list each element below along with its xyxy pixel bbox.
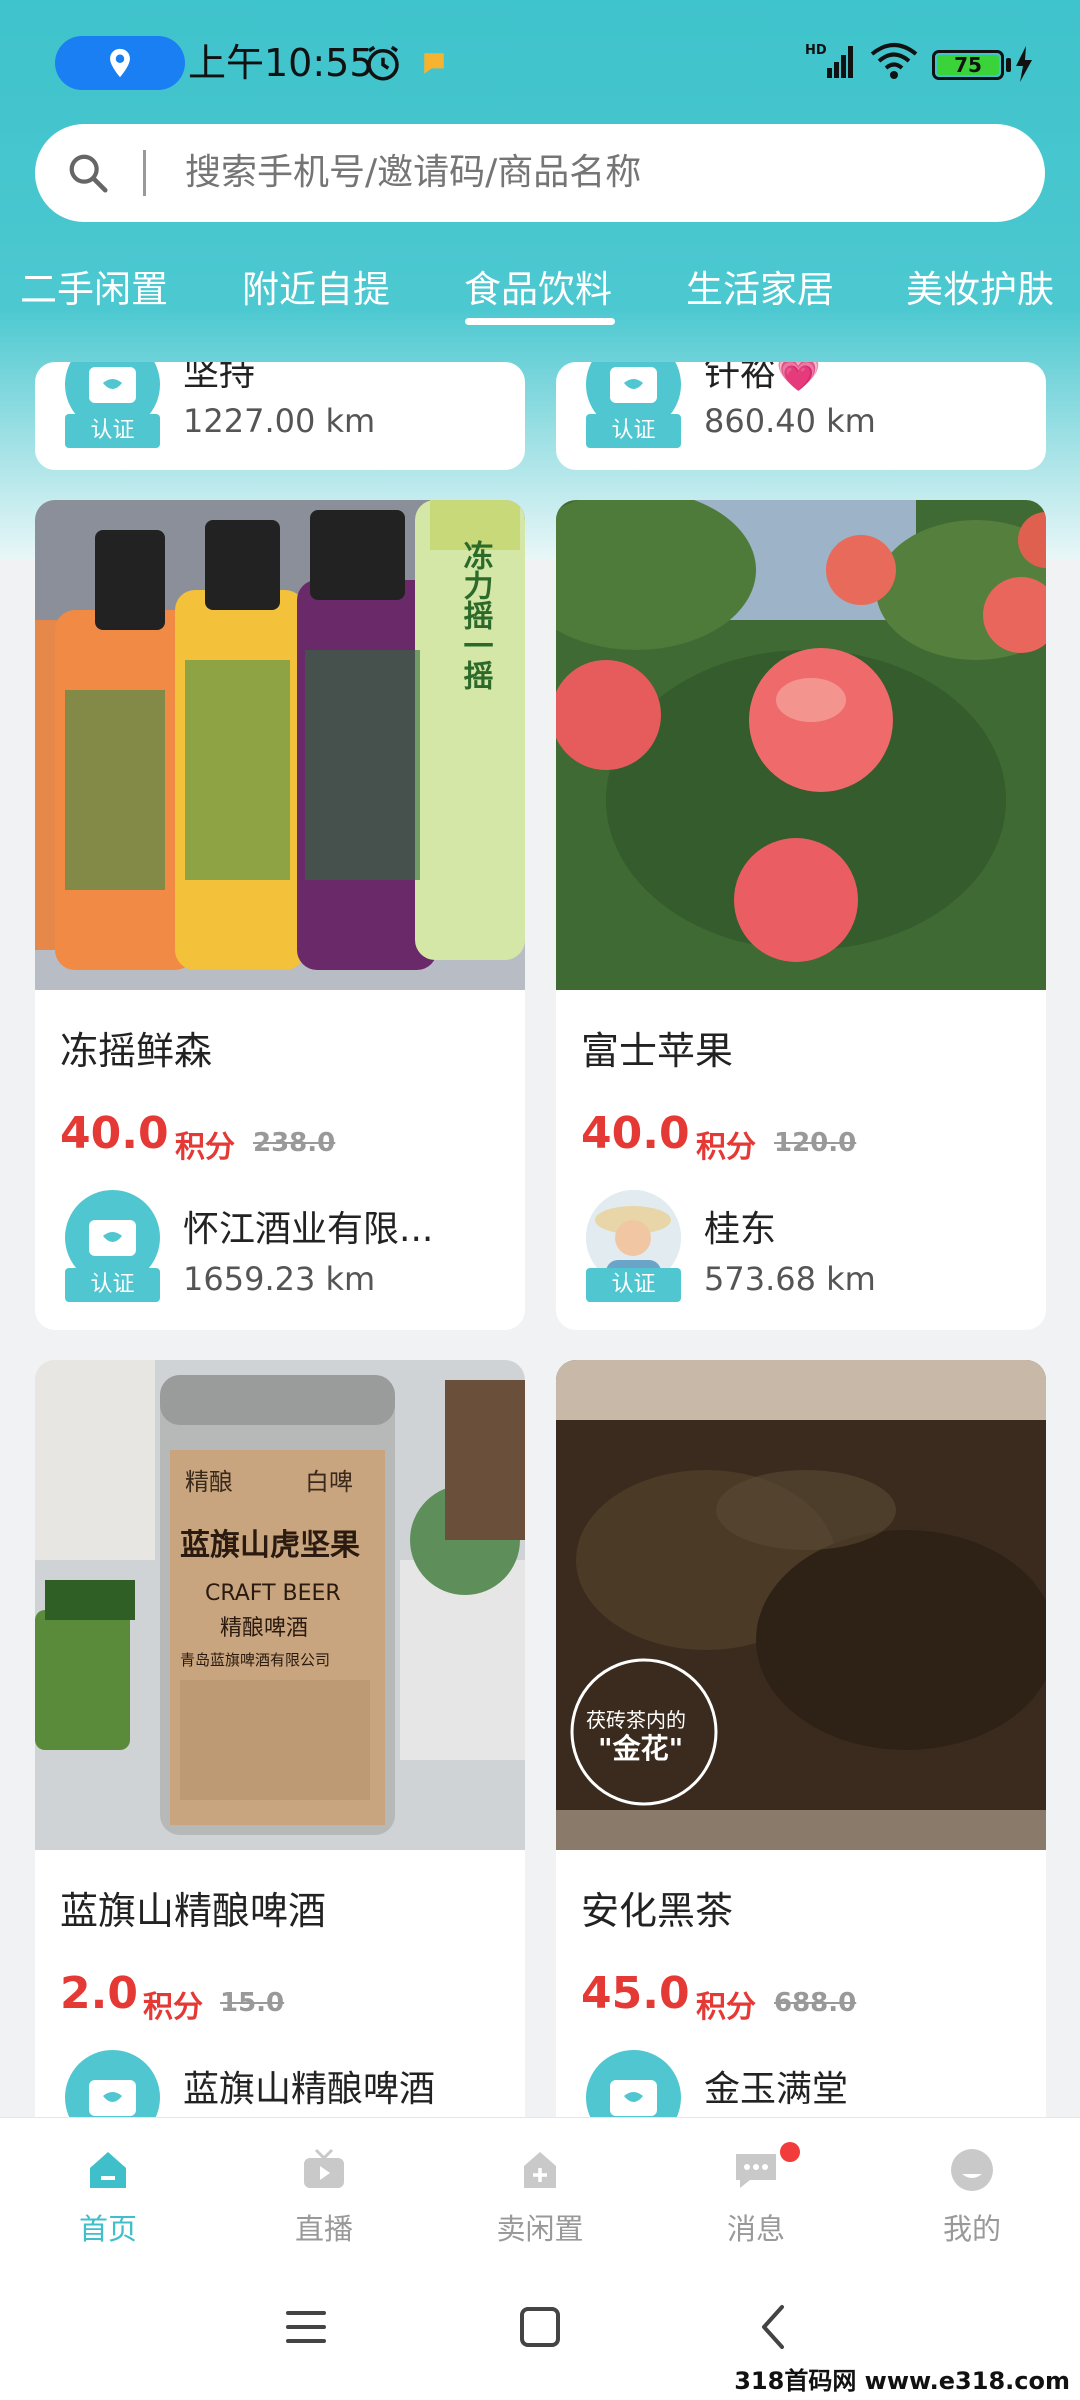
product-title: 安化黑茶 xyxy=(581,1889,734,1933)
nav-sell[interactable]: 卖闲置 xyxy=(432,2118,648,2258)
product-card[interactable]: 精酿 白啤 蓝旗山虎坚果 CRAFT BEER 精酿啤酒 青岛蓝旗啤酒有限公司 … xyxy=(35,1360,525,2190)
alarm-icon xyxy=(367,45,399,81)
shop-name: 钎裕💗 xyxy=(704,362,821,394)
price-unit: 积分 xyxy=(175,1130,235,1165)
home-icon xyxy=(90,2152,126,2188)
tab-home-living[interactable]: 生活家居 xyxy=(686,258,834,322)
product-image-beer[interactable]: 精酿 白啤 蓝旗山虎坚果 CRAFT BEER 精酿啤酒 青岛蓝旗啤酒有限公司 xyxy=(35,1360,525,1850)
svg-text:冻力摇一摇: 冻力摇一摇 xyxy=(458,539,494,690)
battery-level: 75 xyxy=(954,53,982,77)
price-unit: 积分 xyxy=(696,1130,756,1165)
tab-food-drinks[interactable]: 食品饮料 xyxy=(464,258,612,322)
system-navigation-bar: 318首码网 www.e318.com xyxy=(0,2257,1080,2400)
distance: 1227.00 km xyxy=(183,402,376,440)
active-tab-indicator xyxy=(465,318,615,325)
tab-nearby-pickup[interactable]: 附近自提 xyxy=(242,258,390,322)
category-tabs: 二手闲置 附近自提 食品饮料 生活家居 美妆护肤 xyxy=(0,258,1080,338)
original-price: 238.0 xyxy=(253,1128,336,1158)
svg-text:HD: HD xyxy=(805,43,827,58)
search-bar[interactable] xyxy=(35,124,1045,222)
shop-name[interactable]: 桂东 xyxy=(704,1200,1024,1252)
menu-icon[interactable] xyxy=(276,2297,336,2357)
nav-label: 首页 xyxy=(78,2212,137,2246)
bottom-navigation: 首页 直播 卖闲置 消息 我的 xyxy=(0,2117,1080,2257)
svg-text:"金花": "金花" xyxy=(598,1732,683,1765)
search-input[interactable] xyxy=(185,124,985,222)
profile-icon xyxy=(951,2149,993,2191)
shop-name[interactable]: 怀江酒业有限... xyxy=(183,1200,503,1252)
product-title: 蓝旗山精酿啤酒 xyxy=(60,1889,327,1933)
svg-text:白啤: 白啤 xyxy=(305,1468,353,1496)
svg-text:CRAFT BEER: CRAFT BEER xyxy=(205,1581,341,1606)
product-price: 45.0 xyxy=(581,1968,690,2019)
wifi-icon xyxy=(870,43,918,79)
status-bar: 上午10:55 HD 75 xyxy=(0,0,1080,125)
nav-label: 卖闲置 xyxy=(496,2212,584,2246)
product-price: 40.0 xyxy=(581,1108,690,1159)
nav-profile[interactable]: 我的 xyxy=(864,2118,1080,2258)
product-title: 冻摇鲜森 xyxy=(60,1029,213,1073)
nav-label: 消息 xyxy=(726,2212,785,2246)
original-price: 15.0 xyxy=(220,1988,285,2018)
battery-tip xyxy=(1006,58,1011,72)
search-icon xyxy=(69,154,108,193)
shop-name[interactable]: 蓝旗山精酿啤酒 xyxy=(183,2060,503,2112)
certified-badge: 认证 xyxy=(586,414,681,448)
battery-indicator: 75 xyxy=(932,50,1004,80)
nav-home[interactable]: 首页 xyxy=(0,2118,216,2258)
shop-name: 坚持 xyxy=(183,362,256,394)
home-button-icon[interactable] xyxy=(510,2297,570,2357)
product-price: 40.0 xyxy=(60,1108,169,1159)
cellular-signal-icon: HD xyxy=(805,43,853,78)
message-icon xyxy=(736,2154,776,2188)
svg-text:蓝旗山虎坚果: 蓝旗山虎坚果 xyxy=(180,1528,360,1563)
product-card[interactable]: 茯砖茶内的 "金花" 安化黑茶 45.0 积分 688.0 金玉满堂 xyxy=(556,1360,1046,2190)
product-image-juice[interactable]: 冻力摇一摇 xyxy=(35,500,525,990)
price-unit: 积分 xyxy=(143,1990,203,2025)
notification-flag-icon xyxy=(424,53,444,74)
certified-badge: 认证 xyxy=(65,414,160,448)
nav-label: 我的 xyxy=(942,2212,1001,2246)
distance: 860.40 km xyxy=(704,402,876,440)
svg-text:精酿啤酒: 精酿啤酒 xyxy=(220,1616,308,1641)
tab-second-hand[interactable]: 二手闲置 xyxy=(20,258,168,322)
search-divider xyxy=(143,150,146,196)
svg-text:精酿: 精酿 xyxy=(185,1468,233,1496)
original-price: 120.0 xyxy=(774,1128,857,1158)
product-price: 2.0 xyxy=(60,1968,138,2019)
product-title: 富士苹果 xyxy=(581,1029,734,1073)
original-price: 688.0 xyxy=(774,1988,857,2018)
distance: 573.68 km xyxy=(704,1260,876,1298)
product-card-partial[interactable]: 认证 坚持 1227.00 km xyxy=(35,362,525,470)
watermark: 318首码网 www.e318.com xyxy=(734,2367,1070,2395)
certified-badge: 认证 xyxy=(586,1268,681,1302)
tab-beauty-skincare[interactable]: 美妆护肤 xyxy=(906,258,1054,322)
live-tv-icon xyxy=(304,2148,344,2188)
shop-name[interactable]: 金玉满堂 xyxy=(704,2060,1024,2112)
certified-badge: 认证 xyxy=(65,1268,160,1302)
price-unit: 积分 xyxy=(696,1990,756,2025)
product-image-apples[interactable] xyxy=(556,500,1046,990)
location-pin-icon xyxy=(110,48,130,78)
charging-bolt-icon xyxy=(1016,46,1032,82)
product-card[interactable]: 冻力摇一摇 冻摇鲜森 40.0 积分 238.0 认证 怀江酒业有限... 16… xyxy=(35,500,525,1330)
product-card[interactable]: 富士苹果 40.0 积分 120.0 认证 桂东 573.68 km xyxy=(556,500,1046,1330)
svg-text:青岛蓝旗啤酒有限公司: 青岛蓝旗啤酒有限公司 xyxy=(180,1651,330,1669)
nav-messages[interactable]: 消息 xyxy=(648,2118,864,2258)
status-time: 上午10:55 xyxy=(188,41,374,85)
unread-badge xyxy=(780,2142,800,2162)
svg-text:茯砖茶内的: 茯砖茶内的 xyxy=(586,1708,686,1732)
distance: 1659.23 km xyxy=(183,1260,376,1298)
nav-live[interactable]: 直播 xyxy=(216,2118,432,2258)
location-pill[interactable] xyxy=(55,36,185,90)
product-card-partial[interactable]: 认证 钎裕💗 860.40 km xyxy=(556,362,1046,470)
nav-label: 直播 xyxy=(294,2212,353,2246)
sell-bag-icon xyxy=(524,2152,556,2188)
product-image-tea[interactable]: 茯砖茶内的 "金花" xyxy=(556,1360,1046,1850)
back-icon[interactable] xyxy=(744,2297,804,2357)
